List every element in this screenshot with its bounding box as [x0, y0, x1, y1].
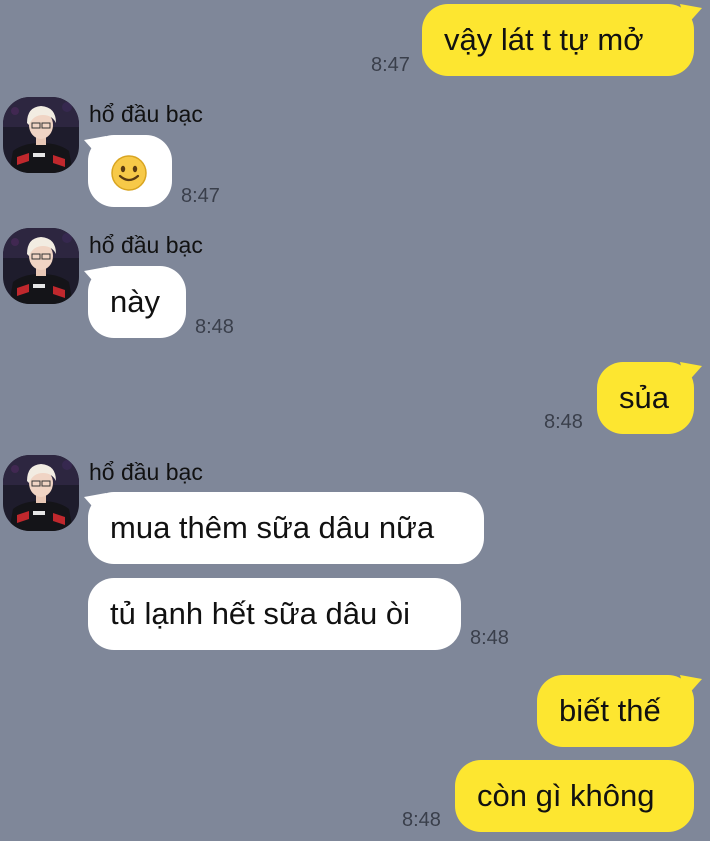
message-text: tủ lạnh hết sữa dâu òi — [110, 596, 410, 631]
message-text: biết thế — [559, 693, 661, 728]
message-timestamp: 8:48 — [544, 411, 583, 433]
contact-avatar[interactable] — [3, 455, 79, 531]
message-text: mua thêm sữa dâu nữa — [110, 510, 435, 545]
contact-avatar[interactable] — [3, 228, 79, 304]
message-bubble[interactable]: còn gì không — [455, 760, 694, 832]
message-text: này — [110, 284, 160, 319]
message-bubble[interactable]: biết thế — [537, 675, 694, 747]
message-timestamp: 8:48 — [470, 627, 509, 649]
sender-name: hổ đầu bạc — [89, 232, 203, 258]
message-text: vậy lát t tự mở — [444, 22, 644, 57]
bubble-tail — [680, 4, 702, 26]
message-bubble[interactable]: này — [88, 266, 186, 338]
message-bubble[interactable]: mua thêm sữa dâu nữa — [88, 492, 484, 564]
contact-avatar[interactable] — [3, 97, 79, 173]
message-text: sủa — [619, 380, 669, 415]
sender-name: hổ đầu bạc — [89, 101, 203, 127]
smile-emoji-icon — [111, 155, 147, 191]
message-timestamp: 8:48 — [402, 809, 441, 831]
message-bubble[interactable] — [88, 135, 172, 207]
message-timestamp: 8:47 — [181, 185, 220, 207]
message-timestamp: 8:47 — [371, 54, 410, 76]
message-bubble[interactable]: vậy lát t tự mở — [422, 4, 694, 76]
sender-name: hổ đầu bạc — [89, 459, 203, 485]
message-text: còn gì không — [477, 778, 655, 813]
bubble-tail — [680, 675, 702, 697]
bubble-tail — [680, 362, 702, 384]
message-bubble[interactable]: tủ lạnh hết sữa dâu òi — [88, 578, 461, 650]
message-timestamp: 8:48 — [195, 316, 234, 338]
